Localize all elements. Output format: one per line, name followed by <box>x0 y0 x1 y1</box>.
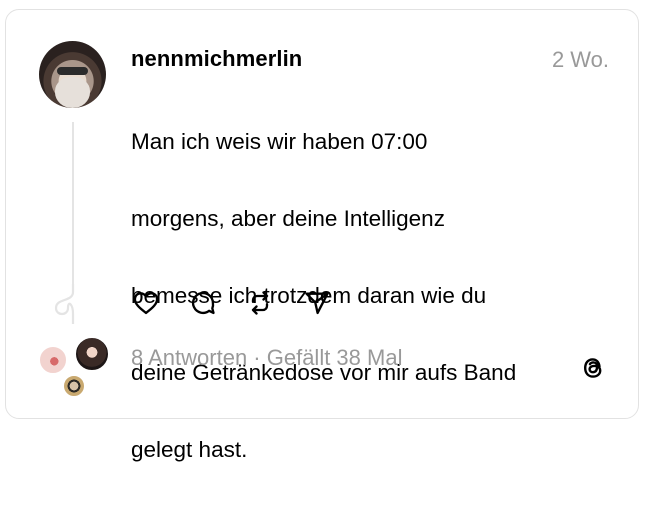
replier-avatar <box>74 336 110 372</box>
thread-loop-icon <box>54 284 75 324</box>
post-timestamp: 2 Wo. <box>551 47 609 72</box>
author-avatar[interactable] <box>39 41 106 108</box>
like-button[interactable] <box>131 288 161 318</box>
replier-avatar <box>38 345 68 375</box>
comment-icon <box>191 291 215 315</box>
send-icon <box>305 292 329 315</box>
repost-button[interactable] <box>245 288 275 318</box>
heart-icon <box>133 292 159 315</box>
post-text-line: Man ich weis wir haben 07:00 <box>131 128 428 154</box>
comment-button[interactable] <box>188 288 218 318</box>
thread-line <box>72 122 74 288</box>
post-text-line: morgens, aber deine Intelligenz <box>131 205 445 231</box>
replier-avatar <box>62 374 86 398</box>
threads-logo-svg <box>583 358 602 378</box>
author-username[interactable]: nennmichmerlin <box>131 46 302 72</box>
avatar-beard <box>55 77 90 108</box>
replies-likes-meta[interactable]: 8 Antworten · Gefällt 38 Mal <box>131 345 402 371</box>
post-text-line: gelegt hast. <box>131 436 248 462</box>
repost-icon <box>251 291 269 315</box>
threads-logo-icon[interactable] <box>577 352 609 384</box>
avatar-glasses <box>57 67 88 75</box>
share-button[interactable] <box>302 288 332 318</box>
